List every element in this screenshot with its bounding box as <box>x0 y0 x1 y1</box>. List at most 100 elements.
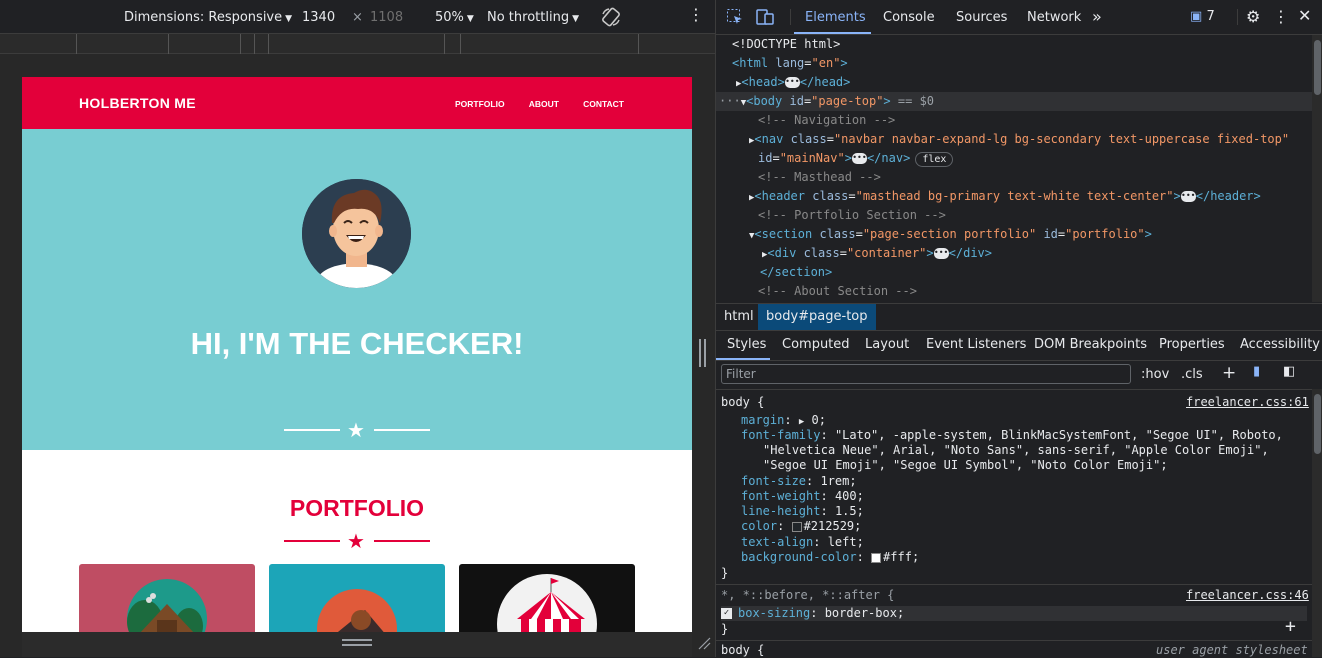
decl-color[interactable]: color: #212529; <box>741 519 861 534</box>
dom-comment-about[interactable]: <!-- About Section --> <box>716 282 1312 301</box>
dimensions-dropdown[interactable]: Dimensions: Responsive ▼ <box>124 10 292 25</box>
nav-link-about[interactable]: ABOUT <box>529 99 559 109</box>
user-agent-source: user agent stylesheet <box>1156 643 1308 657</box>
dom-section[interactable]: ▼<section class="page-section portfolio"… <box>716 225 1312 244</box>
rule-universal-source[interactable]: freelancer.css:46 <box>1186 588 1309 603</box>
media-query-ruler <box>0 34 715 54</box>
dom-comment-nav[interactable]: <!-- Navigation --> <box>716 111 1312 130</box>
sidebar-toggle-icon[interactable]: ◧ <box>1283 364 1295 379</box>
decl-box-sizing[interactable]: ✓ box-sizing: border-box; <box>721 606 1307 621</box>
styles-tabbar: Styles Computed Layout Event Listeners D… <box>716 331 1322 361</box>
rule-close-2: } <box>721 622 729 636</box>
more-options-icon[interactable]: ⋮ <box>688 7 704 23</box>
tab-network[interactable]: Network <box>1027 10 1081 25</box>
dom-scrollbar[interactable] <box>1312 35 1322 302</box>
nav-link-contact[interactable]: CONTACT <box>583 99 624 109</box>
dom-doctype[interactable]: <!DOCTYPE html> <box>716 35 1312 54</box>
zoom-dropdown[interactable]: 50% ▼ <box>435 10 474 25</box>
devtools-tabbar: Elements Console Sources Network » ▣ 7 ⚙… <box>716 0 1322 35</box>
styles-scrollbar[interactable] <box>1312 389 1322 657</box>
times-sign: × <box>352 10 363 25</box>
tab-elements[interactable]: Elements <box>805 10 866 25</box>
device-toolbar-icon[interactable] <box>755 8 775 30</box>
nav-link-portfolio[interactable]: PORTFOLIO <box>455 99 505 109</box>
flex-badge[interactable]: flex <box>915 152 954 167</box>
masthead: HI, I'M THE CHECKER! ★ <box>22 129 692 450</box>
styles-filter-input[interactable]: Filter <box>721 364 1131 384</box>
device-toolbar: Dimensions: Responsive ▼ 1340 × 1108 50% ▼… <box>0 0 715 34</box>
inspect-element-icon[interactable] <box>726 8 744 30</box>
dom-html[interactable]: <html lang="en"> <box>716 54 1312 73</box>
tab-computed[interactable]: Computed <box>782 337 850 352</box>
decl-font-family-2: "Helvetica Neue", Arial, "Noto Sans", sa… <box>763 443 1269 457</box>
issues-badge[interactable]: ▣ 7 <box>1190 9 1215 24</box>
device-emulation-pane: Dimensions: Responsive ▼ 1340 × 1108 50% ▼… <box>0 0 715 657</box>
throttling-dropdown[interactable]: No throttling ▼ <box>487 10 579 25</box>
gear-icon[interactable]: ⚙ <box>1246 7 1260 26</box>
paint-icon[interactable]: ▮ <box>1253 364 1260 379</box>
tab-event-listeners[interactable]: Event Listeners <box>926 337 1026 352</box>
close-icon[interactable]: ✕ <box>1298 6 1311 25</box>
color-swatch[interactable] <box>871 552 882 563</box>
decl-margin[interactable]: margin: ▶ 0; <box>741 413 826 428</box>
tab-styles[interactable]: Styles <box>727 337 766 352</box>
dom-section-close[interactable]: </section> <box>716 263 1312 282</box>
rule-universal-selector[interactable]: *, *::before, *::after { <box>721 588 894 603</box>
dom-comment-portfolio[interactable]: <!-- Portfolio Section --> <box>716 206 1312 225</box>
decl-text-align[interactable]: text-align: left; <box>741 535 864 550</box>
tab-accessibility[interactable]: Accessibility <box>1240 337 1320 352</box>
portfolio-card-cake[interactable] <box>269 564 445 632</box>
site-brand[interactable]: HOLBERTON ME <box>79 95 196 111</box>
tab-dom-breakpoints[interactable]: DOM Breakpoints <box>1034 337 1147 352</box>
masthead-title: HI, I'M THE CHECKER! <box>190 326 524 361</box>
rule-close: } <box>721 566 729 580</box>
breadcrumb-body[interactable]: body#page-top <box>758 304 876 330</box>
hov-toggle[interactable]: :hov <box>1141 367 1169 382</box>
ellipsis-icon: ••• <box>784 77 800 88</box>
decl-line-height[interactable]: line-height: 1.5; <box>741 504 864 519</box>
tab-layout[interactable]: Layout <box>865 337 909 352</box>
message-icon: ▣ <box>1190 9 1203 24</box>
dom-div-container[interactable]: ▶<div class="container">•••</div> <box>716 244 1312 263</box>
resize-handle-right[interactable] <box>692 77 715 632</box>
dom-nav[interactable]: ▶<nav class="navbar navbar-expand-lg bg-… <box>716 130 1312 149</box>
decl-font-weight[interactable]: font-weight: 400; <box>741 489 864 504</box>
decl-font-family[interactable]: font-family: "Lato", -apple-system, Blin… <box>741 428 1283 443</box>
decl-font-size[interactable]: font-size: 1rem; <box>741 474 857 489</box>
rule-body-source[interactable]: freelancer.css:61 <box>1186 395 1309 410</box>
width-input[interactable]: 1340 <box>302 10 335 25</box>
add-declaration-icon[interactable]: + <box>1285 618 1296 636</box>
tab-properties[interactable]: Properties <box>1159 337 1225 352</box>
devtools-panel: Elements Console Sources Network » ▣ 7 ⚙… <box>715 0 1322 657</box>
portfolio-card-cabin[interactable] <box>79 564 255 632</box>
styles-pane: body { freelancer.css:61 margin: ▶ 0; fo… <box>716 389 1312 657</box>
dom-header[interactable]: ▶<header class="masthead bg-primary text… <box>716 187 1312 206</box>
tab-console[interactable]: Console <box>883 10 935 25</box>
rule-body-selector[interactable]: body { <box>721 395 764 410</box>
ellipsis-icon: ••• <box>851 153 867 164</box>
dom-nav-cont[interactable]: id="mainNav">•••</nav> flex <box>716 149 1312 168</box>
portfolio-divider: ★ <box>284 531 430 551</box>
more-tabs-icon[interactable]: » <box>1092 7 1102 26</box>
rule-body2-selector[interactable]: body { <box>721 643 764 658</box>
color-swatch[interactable] <box>791 521 802 532</box>
resize-handle-bottom[interactable] <box>22 632 692 657</box>
decl-background-color[interactable]: background-color: #fff; <box>741 550 919 565</box>
decl-font-family-3: "Segoe UI Emoji", "Segoe UI Symbol", "No… <box>763 458 1168 472</box>
more-options-icon[interactable]: ⋮ <box>1273 7 1289 26</box>
breadcrumb-html[interactable]: html <box>716 304 762 330</box>
site-nav-links: PORTFOLIO ABOUT CONTACT <box>435 96 624 111</box>
tab-sources[interactable]: Sources <box>956 10 1007 25</box>
resize-corner-icon[interactable] <box>697 636 711 650</box>
add-rule-icon[interactable]: + <box>1222 363 1236 383</box>
portfolio-card-circus[interactable] <box>459 564 635 632</box>
height-input[interactable]: 1108 <box>370 10 403 25</box>
checkbox-checked-icon[interactable]: ✓ <box>721 608 732 619</box>
dom-body-selected[interactable]: ···▼<body id="page-top"> == $0 <box>716 92 1312 111</box>
rotate-icon[interactable] <box>600 6 622 32</box>
dom-head[interactable]: ▶<head>•••</head> <box>716 73 1312 92</box>
dom-comment-masthead[interactable]: <!-- Masthead --> <box>716 168 1312 187</box>
cls-toggle[interactable]: .cls <box>1181 367 1203 382</box>
star-icon: ★ <box>347 529 365 553</box>
breadcrumb: html body#page-top <box>716 303 1322 331</box>
